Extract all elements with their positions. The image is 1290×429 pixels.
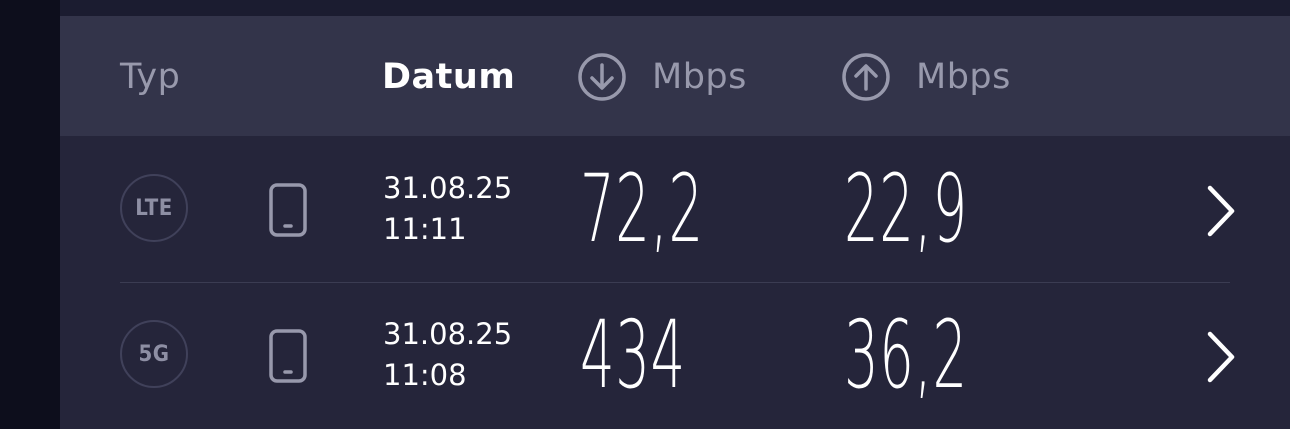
smartphone-icon — [269, 329, 307, 383]
arrow-up-circle-icon — [842, 53, 890, 101]
upload-speed: 22,9 — [844, 155, 968, 264]
left-edge-strip — [0, 0, 60, 429]
result-row[interactable]: 5G 31.08.25 11:08 434 36,2 — [60, 282, 1290, 428]
column-header-upload[interactable]: Mbps — [916, 56, 1011, 98]
result-date: 31.08.25 — [383, 317, 513, 351]
result-time: 11:08 — [383, 358, 467, 392]
chevron-right-icon[interactable] — [1200, 184, 1240, 238]
download-speed: 434 — [580, 301, 686, 410]
arrow-down-circle-icon — [578, 53, 626, 101]
results-panel: Typ Datum Mbps Mbps LTE 31.08.25 11:11 7… — [60, 16, 1290, 429]
result-date: 31.08.25 — [383, 171, 513, 205]
chevron-right-icon[interactable] — [1200, 330, 1240, 384]
download-speed: 72,2 — [580, 155, 704, 264]
smartphone-icon — [269, 183, 307, 237]
column-header-date[interactable]: Datum — [382, 56, 515, 98]
column-header-type[interactable]: Typ — [120, 56, 180, 98]
upload-speed: 36,2 — [844, 301, 968, 410]
column-header-download[interactable]: Mbps — [652, 56, 747, 98]
network-type-badge: LTE — [120, 174, 188, 242]
result-row[interactable]: LTE 31.08.25 11:11 72,2 22,9 — [60, 136, 1290, 282]
network-type-badge: 5G — [120, 320, 188, 388]
result-time: 11:11 — [383, 212, 467, 246]
results-table-header: Typ Datum Mbps Mbps — [60, 16, 1290, 136]
top-edge-strip — [60, 0, 1290, 16]
